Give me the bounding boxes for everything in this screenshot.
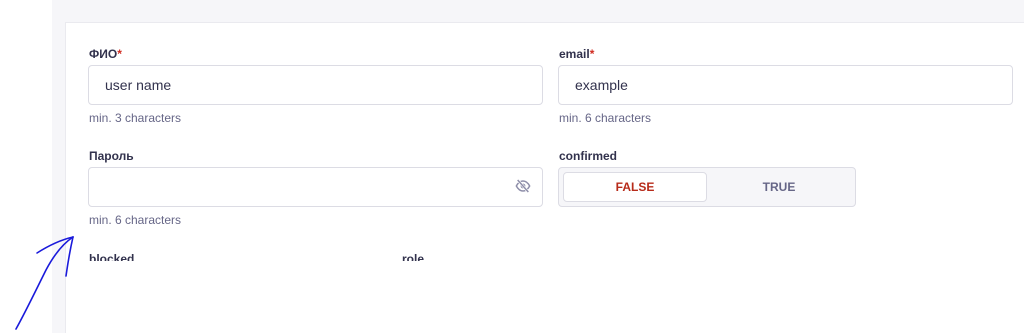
confirmed-false-option[interactable]: FALSE [563, 172, 707, 202]
fio-label: ФИО* [89, 47, 122, 61]
email-input[interactable] [558, 65, 1013, 105]
page-background-left [52, 0, 65, 333]
password-label: Пароль [89, 149, 134, 163]
fio-input[interactable] [88, 65, 543, 105]
email-required-mark: * [589, 47, 595, 61]
password-field [88, 167, 543, 207]
eye-slash-icon[interactable] [515, 178, 531, 194]
fio-hint: min. 3 characters [89, 111, 182, 125]
email-hint: min. 6 characters [559, 111, 652, 125]
confirmed-true-option[interactable]: TRUE [707, 172, 851, 202]
fio-label-text: ФИО [89, 47, 118, 61]
email-label-text: email [559, 47, 590, 61]
blocked-label: blocked [89, 252, 135, 261]
password-input[interactable] [88, 167, 543, 207]
confirmed-label: confirmed [559, 149, 618, 163]
email-label: email* [559, 47, 594, 61]
fio-required-mark: * [117, 47, 122, 61]
role-label: role [402, 252, 425, 261]
page-background-top [52, 0, 1024, 22]
confirmed-toggle: FALSE TRUE [558, 167, 856, 207]
password-hint: min. 6 characters [89, 213, 182, 227]
